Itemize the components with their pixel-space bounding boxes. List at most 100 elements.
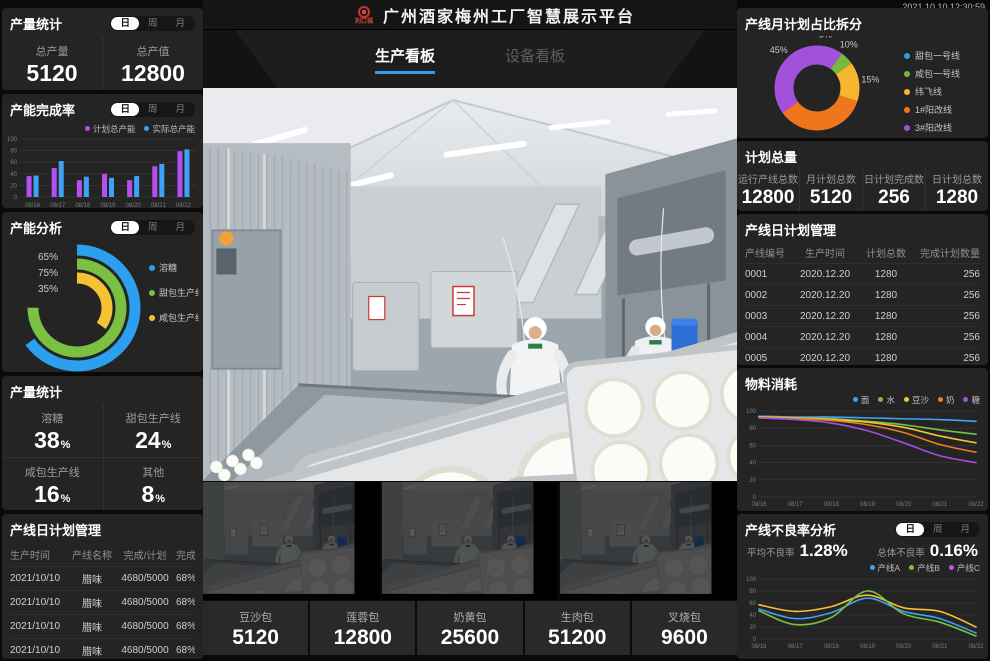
legend-dot-icon [949,565,954,570]
panel-title: 产能完成率 [10,100,75,119]
svg-text:40: 40 [749,613,756,619]
stat-unit: % [61,439,71,451]
svg-text:100: 100 [7,137,18,143]
period-tab-day[interactable]: 日 [111,221,139,235]
stat-cell: 咸包生产线16% [2,457,103,510]
table-row: 00022020.12.201280256 [745,284,980,305]
legend-item: 豆沙 [904,394,929,406]
legend-label: 实际总产能 [152,123,195,135]
svg-text:甜包一号线: 甜包一号线 [915,50,960,61]
stat-label: 月计划总数 [806,171,856,186]
table-cell: 1280 [861,332,911,343]
table-row: 00032020.12.201280256 [745,305,980,326]
legend-dot-icon [870,565,875,570]
period-tab-week[interactable]: 周 [139,103,167,117]
svg-text:65%: 65% [38,252,58,263]
tab-equipment-board[interactable]: 设备看板 [505,45,565,74]
legend-label: 产线B [917,562,940,574]
table-cell: 1280 [861,269,911,280]
period-tab-day[interactable]: 日 [111,103,139,117]
svg-text:1#阳改线: 1#阳改线 [915,104,952,115]
legend-item: 水 [878,394,895,406]
svg-text:35%: 35% [816,136,834,138]
panel-title: 产量统计 [10,14,62,33]
legend-dot-icon [853,397,858,402]
main-video-feed [203,88,737,481]
svg-text:08/19: 08/19 [860,644,876,650]
panel-capacity-analysis: 产能分析 日周月 65%溶糖75%甜包生产线35%咸包生产线 [2,212,203,372]
period-tab-month[interactable]: 月 [951,523,979,537]
table-cell: 2020.12.20 [789,311,861,322]
tab-production-board[interactable]: 生产看板 [375,45,435,74]
svg-text:80: 80 [10,149,17,155]
svg-text:08/22: 08/22 [968,502,984,508]
svg-text:08/21: 08/21 [151,203,167,208]
stat-value: 24% [135,429,171,452]
panel-title: 产能分析 [10,218,62,237]
column-header: 完成率 [176,547,195,562]
table-cell: 2020.12.20 [789,290,861,301]
period-tab-month[interactable]: 月 [166,221,194,235]
defect-stat: 总体不良率0.16% [877,541,978,561]
svg-text:08/16: 08/16 [751,644,767,650]
legend-label: 产线C [957,562,980,574]
legend-item: 面 [853,394,870,406]
panel-output-summary: 产量统计 日周月 总产量5120总产值12800 [2,8,203,90]
table-cell: 4680/5000 [114,645,176,656]
svg-text:80: 80 [749,426,756,432]
table-cell: 256 [911,290,980,301]
product-name: 奶黄包 [454,609,487,625]
stat-cell: 其他8% [103,457,204,510]
stat-unit: % [61,493,71,505]
svg-text:40: 40 [10,172,17,178]
stat-label: 总产量 [36,43,69,59]
svg-text:100: 100 [746,577,757,583]
panel-daily-plan-right: 产线日计划管理 产线编号生产时间计划总数完成计划数量00012020.12.20… [737,214,988,365]
legend-dot-icon [85,126,90,131]
camera-thumbnail-3[interactable] [560,482,737,600]
table-cell: 68% [176,645,195,656]
period-tab-month[interactable]: 月 [166,17,194,31]
legend-dot-icon [909,565,914,570]
period-tab-week[interactable]: 周 [139,221,167,235]
svg-text:15%: 15% [861,75,879,85]
table-cell: 68% [176,621,195,632]
camera-thumbnail-1[interactable] [203,482,380,600]
legend-label: 水 [886,394,895,406]
period-tab-month[interactable]: 月 [166,103,194,117]
svg-text:08/18: 08/18 [824,502,840,508]
legend-item: 产线C [949,562,980,574]
svg-text:60: 60 [749,443,756,449]
material-line-chart: 02040608010008/1608/1708/1808/1908/2008/… [737,406,984,508]
table-cell: 1280 [861,311,911,322]
stat-value: 256 [878,188,910,207]
column-header: 生产时间 [10,547,70,562]
period-tab-day[interactable]: 日 [896,523,924,537]
period-switch: 日周月 [895,522,980,538]
legend-item: 奶 [938,394,955,406]
svg-text:08/18: 08/18 [824,644,840,650]
period-tab-week[interactable]: 周 [924,523,952,537]
legend-dot-icon [963,397,968,402]
period-tab-day[interactable]: 日 [111,17,139,31]
panel-daily-plan-left: 产线日计划管理 生产时间产线名称完成/计划完成率2021/10/10腊味4680… [2,514,203,659]
product-name: 豆沙包 [239,609,272,625]
column-header: 生产时间 [789,245,861,260]
panel-material-consumption: 物料消耗 面水豆沙奶糖 02040608010008/1608/1708/180… [737,368,988,511]
period-tab-week[interactable]: 周 [139,17,167,31]
product-name: 生肉包 [561,609,594,625]
stat-unit: % [162,439,172,451]
svg-text:08/19: 08/19 [100,203,116,208]
camera-thumbnail-2[interactable] [382,482,559,600]
svg-text:08/20: 08/20 [896,502,912,508]
table-cell: 4680/5000 [114,621,176,632]
table-row: 00042020.12.201280256 [745,326,980,347]
stat-label: 总产值 [137,43,170,59]
product-name: 莲蓉包 [346,609,379,625]
table-cell: 腊味 [70,595,114,610]
stat-cell: 日计划完成数256 [862,166,925,211]
table-row: 2021/10/10腊味4680/500068% [10,566,195,590]
table-cell: 1280 [861,290,911,301]
table-row: 2021/10/10腊味4680/500068% [10,638,195,659]
column-header: 计划总数 [861,245,911,260]
